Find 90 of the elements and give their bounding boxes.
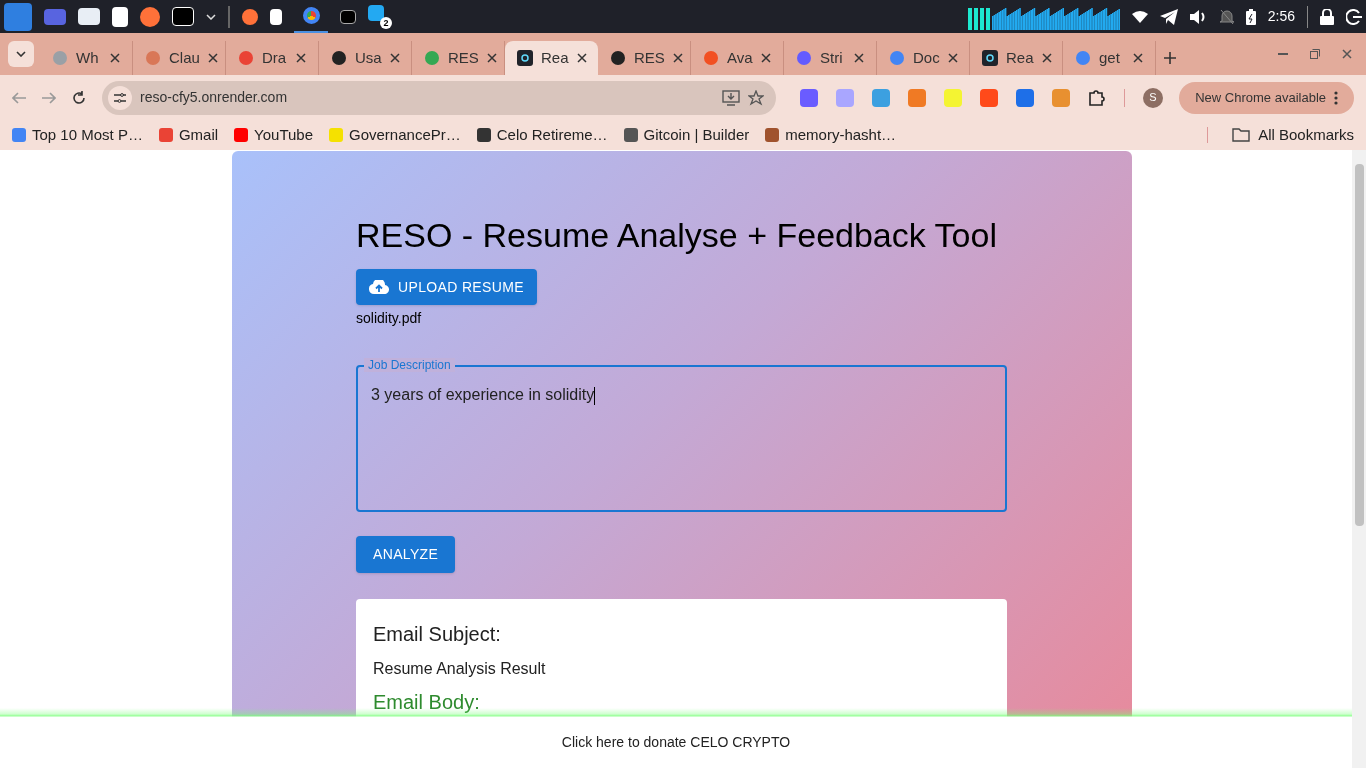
- site-icon: [52, 50, 68, 66]
- tab-title: Doc: [913, 47, 940, 68]
- tab-title: Wh: [76, 47, 100, 68]
- site-icon: [424, 50, 440, 66]
- url-text: reso-cfy5.onrender.com: [140, 88, 289, 107]
- logout-icon[interactable]: [1346, 8, 1362, 25]
- tab-title: Rea: [1006, 47, 1034, 68]
- bookmark[interactable]: Gmail: [158, 123, 219, 147]
- tab-title: Clau: [169, 47, 200, 68]
- puzzle-icon[interactable]: [1088, 88, 1106, 107]
- site-icon: [517, 50, 533, 66]
- tab-title: get: [1099, 47, 1121, 68]
- restore-icon[interactable]: [1310, 49, 1320, 59]
- cloud-upload-icon: [369, 280, 389, 294]
- site-icon: [331, 50, 347, 66]
- address-bar[interactable]: reso-cfy5.onrender.com: [102, 80, 776, 115]
- more-icon: [1334, 90, 1338, 105]
- subject-text: Resume Analysis Result: [373, 659, 547, 679]
- page-title: RESO - Resume Analyse + Feedback Tool: [356, 215, 998, 256]
- update-button[interactable]: New Chrome available: [1179, 81, 1354, 114]
- site-icon: [796, 50, 812, 66]
- close-icon[interactable]: [672, 53, 683, 63]
- window-count-badge: 2: [380, 16, 392, 29]
- tab-title: Ava: [727, 47, 753, 68]
- bookmark[interactable]: Celo Retireme…: [476, 123, 608, 147]
- new-tab-icon[interactable]: [1164, 52, 1176, 64]
- site-icon: [982, 50, 998, 66]
- browser-tab[interactable]: Rea: [505, 41, 598, 75]
- site-icon: [623, 128, 638, 142]
- tab-title: RES: [448, 47, 479, 68]
- site-icon: [476, 128, 491, 142]
- battery-icon[interactable]: [1245, 8, 1256, 25]
- bookmark[interactable]: Top 10 Most P…: [12, 123, 143, 147]
- scrollbar[interactable]: [1352, 150, 1366, 768]
- close-icon[interactable]: [1133, 53, 1143, 63]
- body-heading: Email Body:: [373, 691, 481, 713]
- file-name: solidity.pdf: [356, 309, 423, 328]
- bookmark[interactable]: YouTube: [234, 123, 313, 147]
- caret-icon[interactable]: [206, 13, 216, 20]
- install-icon[interactable]: [722, 89, 740, 106]
- upload-resume-button[interactable]: UPLOAD RESUME: [356, 269, 537, 305]
- extension-icon[interactable]: [800, 88, 818, 107]
- close-icon[interactable]: [576, 53, 587, 63]
- tab-search-button[interactable]: [8, 41, 34, 67]
- site-icon: [610, 50, 626, 66]
- bell-off-icon[interactable]: [1219, 8, 1234, 25]
- tab-title: Usa: [355, 47, 382, 68]
- close-icon[interactable]: [1041, 53, 1052, 63]
- terminal-icon[interactable]: [340, 9, 356, 24]
- site-icon: [703, 50, 719, 66]
- close-icon[interactable]: [486, 53, 497, 63]
- chrome-icon[interactable]: [302, 7, 320, 24]
- profile-avatar[interactable]: S: [1143, 87, 1163, 108]
- tab-title: RES: [634, 47, 665, 68]
- telegram-icon[interactable]: [1159, 8, 1178, 25]
- site-icon: [238, 50, 254, 66]
- tab-title: Rea: [541, 47, 569, 68]
- site-icon: [158, 128, 173, 142]
- bookmark[interactable]: memory-hasht…: [765, 123, 897, 147]
- site-settings-icon[interactable]: [108, 85, 132, 110]
- site-icon: [889, 50, 905, 66]
- bookmark[interactable]: Gitcoin | Builder: [623, 123, 750, 147]
- caret-icon: [16, 51, 26, 57]
- reload-icon[interactable]: [72, 90, 86, 105]
- close-icon[interactable]: [207, 53, 218, 63]
- star-icon[interactable]: [748, 89, 764, 106]
- site-icon: [145, 50, 161, 66]
- site-icon: [1075, 50, 1091, 66]
- analyze-button[interactable]: ANALYZE: [356, 536, 456, 573]
- extension-icon[interactable]: [980, 88, 998, 107]
- clock[interactable]: 2:56: [1267, 6, 1295, 27]
- close-icon[interactable]: [947, 53, 958, 63]
- site-icon: [12, 128, 26, 142]
- tab-title: Dra: [262, 47, 288, 68]
- subject-heading: Email Subject:: [373, 622, 502, 647]
- close-icon[interactable]: [110, 53, 120, 63]
- close-icon[interactable]: [854, 53, 864, 63]
- bookmark[interactable]: GovernancePr…: [329, 123, 461, 147]
- field-label: Job Description: [364, 358, 455, 372]
- close-icon[interactable]: [761, 53, 771, 63]
- all-bookmarks[interactable]: All Bookmarks: [1232, 123, 1354, 147]
- close-icon[interactable]: [389, 53, 400, 63]
- site-icon: [234, 128, 249, 142]
- extension-icon[interactable]: [1016, 88, 1034, 107]
- site-icon: [329, 128, 343, 142]
- site-icon: [765, 128, 780, 142]
- tab-title: Stri: [820, 47, 844, 68]
- lock-icon[interactable]: [1320, 8, 1334, 25]
- wifi-icon[interactable]: [1131, 10, 1148, 23]
- close-icon[interactable]: [296, 53, 306, 63]
